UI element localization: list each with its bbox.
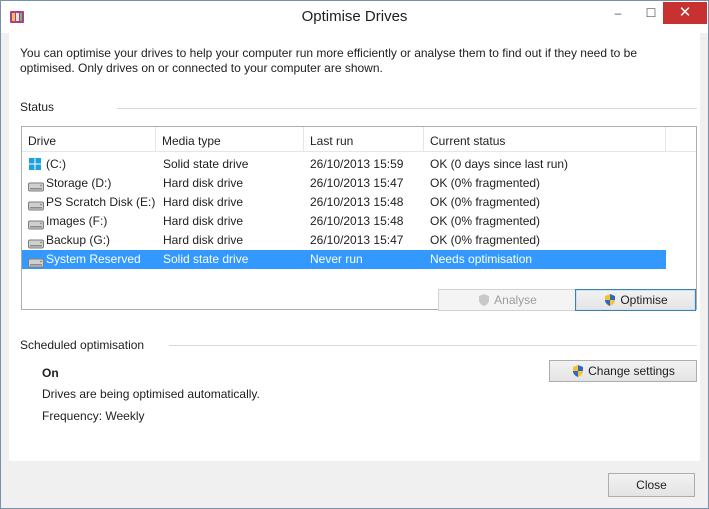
windows-drive-icon bbox=[28, 157, 42, 170]
current-status: OK (0% fragmented) bbox=[430, 214, 541, 228]
status-divider bbox=[117, 108, 697, 109]
close-button[interactable]: Close bbox=[608, 473, 695, 497]
drive-row[interactable]: (C:) Solid state drive 26/10/2013 15:59 OK … bbox=[22, 155, 666, 174]
hard-drive-icon bbox=[28, 217, 44, 230]
drive-name: PS Scratch Disk (E:) bbox=[46, 195, 156, 209]
intro-text: You can optimise your drives to help you… bbox=[20, 46, 638, 75]
media-type: Solid state drive bbox=[163, 252, 249, 266]
column-header-drive[interactable]: Drive bbox=[22, 127, 156, 151]
drive-list-header: Drive Media type Last run Current status bbox=[22, 127, 696, 152]
media-type: Hard disk drive bbox=[163, 214, 244, 228]
hard-drive-icon bbox=[28, 179, 44, 192]
last-run: 26/10/2013 15:47 bbox=[310, 176, 404, 190]
hard-drive-icon bbox=[28, 236, 44, 249]
last-run: Never run bbox=[310, 252, 363, 266]
title-bar: Optimise Drives – ☐ ✕ bbox=[1, 1, 708, 33]
change-settings-button[interactable]: Change settings bbox=[549, 360, 697, 382]
drive-name: Images (F:) bbox=[46, 214, 108, 228]
schedule-frequency: Frequency: Weekly bbox=[42, 409, 145, 423]
hard-drive-icon bbox=[28, 255, 44, 268]
uac-shield-icon bbox=[605, 294, 616, 306]
minimize-button[interactable]: – bbox=[604, 2, 632, 24]
current-status: Needs optimisation bbox=[430, 252, 533, 266]
change-settings-label: Change settings bbox=[588, 364, 675, 378]
drive-row[interactable]: Images (F:) Hard disk drive 26/10/2013 15:… bbox=[22, 212, 666, 231]
media-type: Solid state drive bbox=[163, 157, 249, 171]
drive-name: System Reserved bbox=[46, 252, 141, 266]
column-header-current-status[interactable]: Current status bbox=[424, 127, 666, 151]
analyse-button-label: Analyse bbox=[494, 293, 537, 307]
uac-shield-icon bbox=[573, 365, 584, 377]
dialog-content: You can optimise your drives to help you… bbox=[9, 33, 700, 461]
dialog-footer: Close bbox=[1, 461, 708, 508]
hard-drive-icon bbox=[28, 198, 44, 211]
current-status: OK (0 days since last run) bbox=[430, 157, 569, 171]
drive-name: Storage (D:) bbox=[46, 176, 112, 190]
status-section-label: Status bbox=[20, 100, 55, 114]
media-type: Hard disk drive bbox=[163, 176, 244, 190]
last-run: 26/10/2013 15:48 bbox=[310, 195, 404, 209]
current-status: OK (0% fragmented) bbox=[430, 176, 541, 190]
schedule-description: Drives are being optimised automatically… bbox=[42, 387, 260, 401]
current-status: OK (0% fragmented) bbox=[430, 233, 541, 247]
media-type: Hard disk drive bbox=[163, 233, 244, 247]
last-run: 26/10/2013 15:59 bbox=[310, 157, 404, 171]
media-type: Hard disk drive bbox=[163, 195, 244, 209]
optimise-button[interactable]: Optimise bbox=[575, 289, 696, 311]
analyse-button[interactable]: Analyse bbox=[438, 289, 576, 311]
drive-row[interactable]: PS Scratch Disk (E:) Hard disk drive 26/10… bbox=[22, 193, 666, 212]
close-window-button[interactable]: ✕ bbox=[663, 2, 707, 24]
last-run: 26/10/2013 15:47 bbox=[310, 233, 404, 247]
drive-name: Backup (G:) bbox=[46, 233, 111, 247]
scheduled-divider bbox=[169, 345, 697, 346]
current-status: OK (0% fragmented) bbox=[430, 195, 541, 209]
optimise-button-label: Optimise bbox=[620, 293, 668, 307]
window-title: Optimise Drives bbox=[301, 8, 408, 25]
uac-shield-icon bbox=[479, 294, 490, 306]
column-header-last-run[interactable]: Last run bbox=[304, 127, 424, 151]
drive-name: (C:) bbox=[46, 157, 66, 171]
schedule-state: On bbox=[42, 366, 59, 380]
scheduled-section-label: Scheduled optimisation bbox=[20, 338, 145, 352]
optimise-drives-window: Optimise Drives – ☐ ✕ You can optimise y… bbox=[0, 0, 709, 509]
drive-list[interactable]: Drive Media type Last run Current status… bbox=[21, 126, 697, 310]
drive-row[interactable]: Backup (G:) Hard disk drive 26/10/2013 15:… bbox=[22, 231, 666, 250]
maximize-button[interactable]: ☐ bbox=[637, 2, 665, 24]
last-run: 26/10/2013 15:48 bbox=[310, 214, 404, 228]
drive-row[interactable]: System Reserved Solid state drive Never ru… bbox=[22, 250, 666, 269]
column-header-media-type[interactable]: Media type bbox=[156, 127, 304, 151]
drive-row[interactable]: Storage (D:) Hard disk drive 26/10/2013 15… bbox=[22, 174, 666, 193]
